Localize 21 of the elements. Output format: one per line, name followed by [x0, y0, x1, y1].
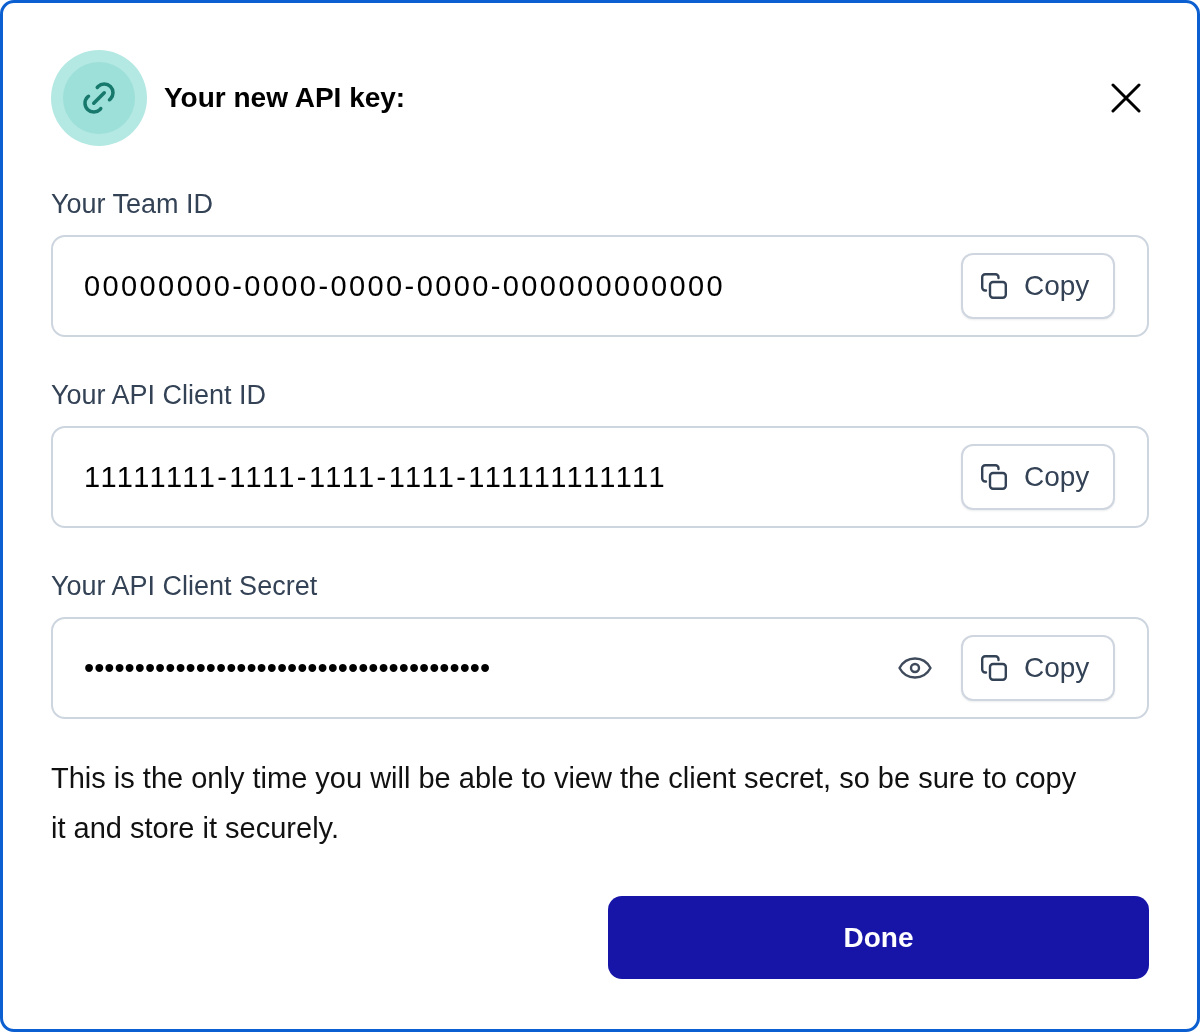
field-value: 00000000-0000-0000-0000-000000000000: [84, 269, 727, 303]
dialog-title: Your new API key:: [164, 82, 406, 114]
field-label: Your Team ID: [51, 188, 215, 220]
copy-icon: [981, 273, 1007, 299]
eye-icon[interactable]: [898, 657, 932, 679]
copy-icon: [981, 464, 1007, 490]
close-icon[interactable]: [1111, 83, 1141, 113]
field-value: 11111111-1111-1111-1111-111111111111: [84, 460, 669, 494]
link-icon: [51, 50, 147, 146]
done-button[interactable]: Done: [608, 896, 1149, 979]
field-value: ••••••••••••••••••••••••••••••••••••••••: [84, 651, 492, 685]
copy-icon: [981, 655, 1007, 681]
copy-button[interactable]: Copy: [961, 635, 1115, 701]
copy-button[interactable]: Copy: [961, 253, 1115, 319]
field-label: Your API Client ID: [51, 379, 268, 411]
field-label: Your API Client Secret: [51, 570, 319, 602]
input-field[interactable]: •••••••••••••••••••••••••••••••••••••••• Copy: [51, 617, 1149, 719]
input-field[interactable]: 00000000-0000-0000-0000-000000000000 Copy: [51, 235, 1149, 337]
notice-text: This is the only time you will be able to view the client secret, so be sure to copy it and store it securely.: [51, 761, 1078, 846]
input-field[interactable]: 11111111-1111-1111-1111-111111111111 Copy: [51, 426, 1149, 528]
copy-button[interactable]: Copy: [961, 444, 1115, 510]
